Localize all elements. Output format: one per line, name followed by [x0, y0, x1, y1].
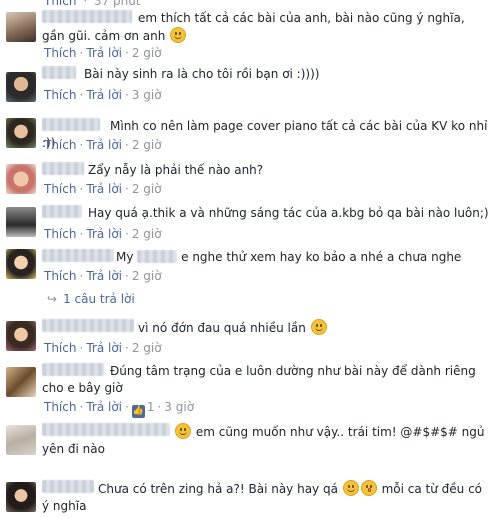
avatar[interactable]: [6, 164, 36, 194]
like-link[interactable]: Thích: [44, 88, 76, 102]
comment-actions: Thích · Trả lời · 👍 1 · 3 giờ: [44, 400, 195, 418]
comment-time[interactable]: 2 giờ: [132, 227, 162, 241]
comment-text: Hay quá ạ.thik a và những sáng tác của a…: [88, 206, 489, 220]
avatar[interactable]: [6, 118, 36, 148]
like-link[interactable]: Thích: [44, 341, 76, 355]
reply-link[interactable]: Trả lời: [86, 400, 122, 414]
comment-text: My e nghe thử xem hay ko bảo a nhé a chư…: [116, 250, 462, 264]
reply-count-label[interactable]: 1 câu trả lời: [63, 292, 135, 306]
like-link[interactable]: Thích: [44, 400, 76, 414]
reply-arrow-icon: ↪: [47, 292, 58, 306]
smiley-emoji-icon: [170, 27, 187, 43]
like-link[interactable]: Thích: [44, 138, 76, 152]
avatar[interactable]: [6, 321, 36, 351]
comment-text: Đúng tâm trạng của e luôn dường như bài …: [42, 364, 476, 395]
comment-text: Bài này sinh ra là cho tôi rồi bạn ơi :)…: [84, 67, 320, 81]
separator-dot: ·: [83, 0, 88, 8]
comment-time[interactable]: 37 phút: [94, 0, 141, 8]
comment-actions: Thích · Trả lời · 2 giờ: [44, 269, 162, 283]
comment-time[interactable]: 2 giờ: [132, 138, 162, 152]
thumbs-up-icon[interactable]: 👍: [131, 405, 145, 418]
comment-text: em cũng muốn như vậy.. trái tim! @#$#$# …: [42, 423, 485, 456]
reply-link[interactable]: Trả lời: [86, 88, 122, 102]
comment-time[interactable]: 2 giờ: [132, 182, 162, 196]
like-link[interactable]: Thích: [44, 227, 76, 241]
comment-time[interactable]: 2 giờ: [132, 46, 162, 60]
reply-link[interactable]: Trả lời: [86, 182, 122, 196]
like-link[interactable]: Thích: [44, 182, 76, 196]
comment-text: vì nó đớn đau quá nhiều lần: [42, 319, 490, 337]
avatar[interactable]: [6, 482, 36, 512]
comment-actions: Thích · Trả lời · 2 giờ: [44, 227, 162, 241]
like-link[interactable]: Thích: [44, 46, 76, 60]
comment-text: em thích tất cả các bài của anh, bài nào…: [42, 11, 465, 43]
comment-actions: Thích · Trả lời · 2 giờ: [44, 341, 162, 355]
comment-actions: Thích · Trả lời · 2 giờ: [44, 182, 162, 196]
reply-link[interactable]: Trả lời: [86, 341, 122, 355]
reply-link[interactable]: Trả lời: [86, 269, 122, 283]
avatar[interactable]: [6, 425, 36, 455]
avatar[interactable]: [6, 72, 36, 102]
comment-time[interactable]: 3 giờ: [164, 400, 194, 414]
view-replies-link[interactable]: ↪ 1 câu trả lời: [47, 292, 135, 307]
like-link[interactable]: Thích: [44, 0, 76, 8]
reply-link[interactable]: Trả lời: [86, 227, 122, 241]
comment-time[interactable]: 3 giờ: [132, 88, 162, 102]
smiley-emoji-icon: [310, 319, 327, 335]
reply-link[interactable]: Trả lời: [86, 138, 122, 152]
comment-actions: Thích · Trả lời · 3 giờ: [44, 88, 162, 102]
reply-link[interactable]: Trả lời: [86, 46, 122, 60]
avatar[interactable]: [6, 367, 36, 397]
comment-text: Chưa có trên zing hả a?! Bài này hay qá …: [42, 480, 483, 513]
comment-time[interactable]: 2 giờ: [132, 341, 162, 355]
comment-time[interactable]: 2 giờ: [132, 269, 162, 283]
comment-text: Zẩy nẫy là phải thế nào anh?: [88, 163, 264, 177]
avatar[interactable]: [6, 207, 36, 237]
avatar[interactable]: [6, 12, 36, 42]
comment-actions-partial: Thích · 37 phút: [44, 0, 141, 9]
laughing-emoji-icon: [342, 480, 359, 496]
smiley-emoji-icon: [175, 423, 191, 439]
kiss-emoji-icon: [360, 480, 377, 496]
comment-actions: Thích · Trả lời · 2 giờ: [44, 138, 162, 152]
comment-actions: Thích · Trả lời · 2 giờ: [44, 46, 162, 60]
avatar[interactable]: [6, 249, 36, 279]
like-link[interactable]: Thích: [44, 269, 76, 283]
